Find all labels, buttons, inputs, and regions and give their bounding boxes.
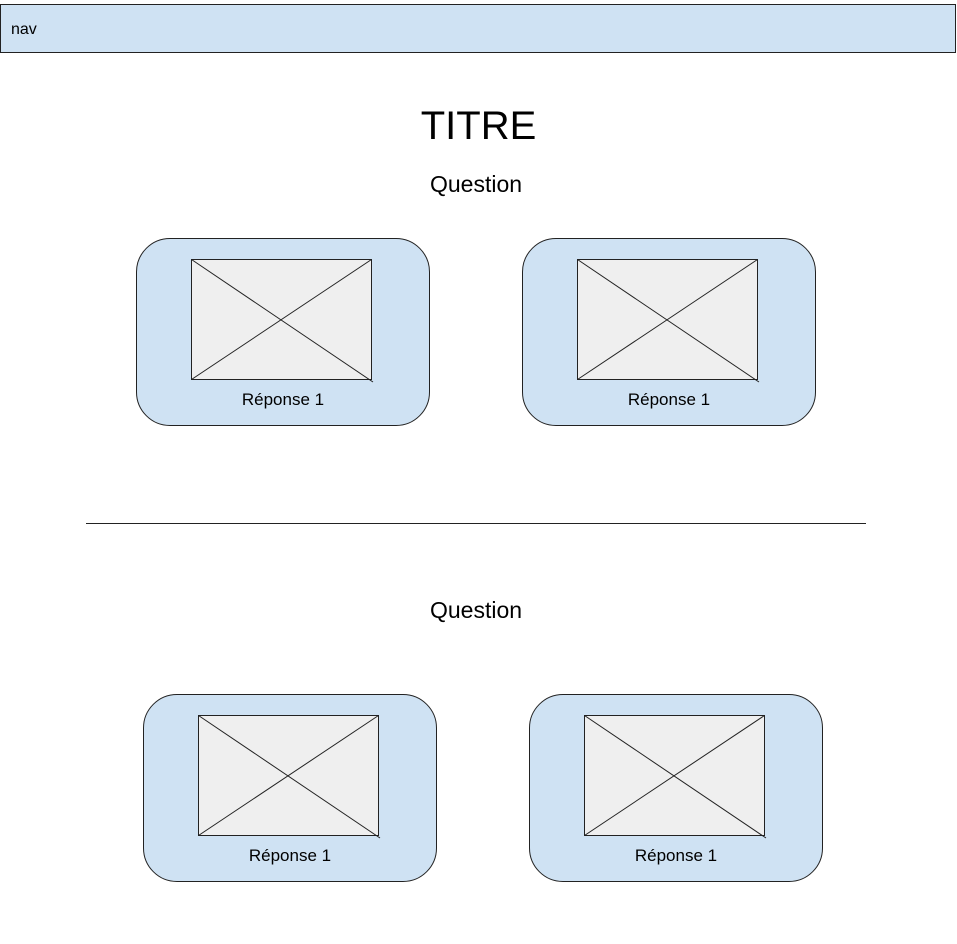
answer-card-2-1[interactable]: Réponse 1 <box>143 694 437 882</box>
section-divider <box>86 523 866 524</box>
nav-label: nav <box>11 21 37 38</box>
answer-card-2-2[interactable]: Réponse 1 <box>529 694 823 882</box>
answer-label: Réponse 1 <box>634 846 718 865</box>
image-placeholder-icon <box>191 259 374 383</box>
answer-label: Réponse 1 <box>241 390 325 409</box>
answer-label: Réponse 1 <box>248 846 332 865</box>
nav-bar[interactable]: nav <box>0 4 956 53</box>
question-2: Question <box>429 597 523 623</box>
image-placeholder-icon <box>584 715 767 839</box>
image-placeholder-icon <box>198 715 381 839</box>
answer-label: Réponse 1 <box>627 390 711 409</box>
question-1: Question <box>429 171 523 197</box>
page-title: TITRE <box>420 104 537 148</box>
answer-card-1-2[interactable]: Réponse 1 <box>522 238 816 426</box>
answer-card-1-1[interactable]: Réponse 1 <box>136 238 430 426</box>
image-placeholder-icon <box>577 259 760 383</box>
